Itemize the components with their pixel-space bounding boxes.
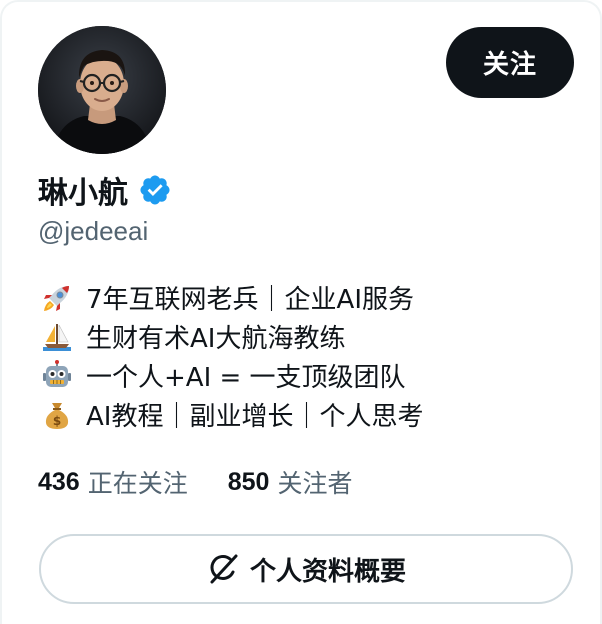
bio: 7年互联网老兵｜企业AI服务 生财有术AI大航海教练 一个人+AI = 一支顶级…	[38, 278, 578, 434]
user-handle: @jedeeai	[38, 216, 149, 246]
bio-text: AI教程｜副业增长｜个人思考	[86, 402, 424, 432]
profile-summary-label: 个人资料概要	[249, 556, 406, 587]
name-row: 琳小航	[38, 168, 172, 212]
followers-count: 850	[227, 467, 270, 496]
bio-line: 7年互联网老兵｜企业AI服务	[38, 278, 578, 317]
avatar[interactable]	[38, 26, 166, 154]
followers-stat[interactable]: 850 关注者	[228, 464, 353, 500]
follow-button[interactable]: 关注	[446, 27, 574, 98]
verified-badge-icon	[138, 173, 172, 207]
follow-stats: 436 正在关注 850 关注者	[38, 464, 392, 500]
following-stat[interactable]: 436 正在关注	[38, 464, 188, 500]
bio-text: 生财有术AI大航海教练	[86, 324, 346, 354]
profile-summary-button[interactable]: 个人资料概要	[39, 534, 573, 604]
following-label: 正在关注	[87, 469, 188, 498]
grok-icon	[206, 552, 240, 586]
money-bag-icon: $	[38, 399, 76, 431]
sailboat-icon	[38, 321, 76, 353]
robot-icon	[38, 359, 76, 392]
bio-text: 一个人+AI = 一支顶级团队	[86, 363, 406, 393]
rocket-icon	[38, 282, 76, 314]
following-count: 436	[38, 467, 80, 496]
svg-text:$: $	[53, 414, 61, 428]
bio-line: 一个人+AI = 一支顶级团队	[38, 356, 578, 395]
display-name: 琳小航	[38, 176, 128, 211]
bio-line: 生财有术AI大航海教练	[38, 317, 578, 356]
bio-text: 7年互联网老兵｜企业AI服务	[86, 285, 414, 315]
bio-line: $ AI教程｜副业增长｜个人思考	[38, 395, 578, 434]
person-avatar-icon	[38, 26, 166, 154]
profile-card: 关注 琳小航 @jedeeai 7年互联网老兵｜企业AI服务 生财有术AI大航海…	[0, 0, 602, 624]
followers-label: 关注者	[277, 469, 353, 498]
